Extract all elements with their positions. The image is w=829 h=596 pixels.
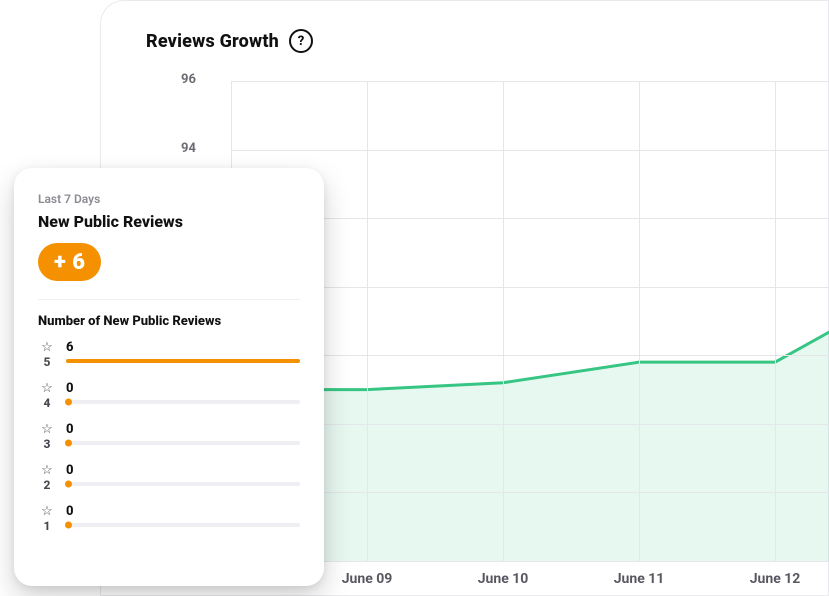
breakdown-row: ☆10 [38, 505, 300, 532]
y-tick-label: 96 [181, 72, 196, 87]
breakdown-title: Number of New Public Reviews [38, 314, 300, 329]
star-count: 2 [44, 479, 51, 491]
x-tick-label: June 09 [342, 571, 393, 587]
row-bar-fill [66, 359, 300, 363]
total-new-reviews-badge: + 6 [38, 243, 101, 281]
row-main: 0 [66, 382, 300, 404]
help-icon[interactable]: ? [289, 29, 313, 53]
row-value: 6 [66, 341, 300, 354]
breakdown-row: ☆20 [38, 464, 300, 491]
star-icon: ☆ [41, 464, 53, 477]
star-count: 3 [44, 438, 51, 450]
row-bar-dot [65, 522, 72, 529]
row-star-label: ☆5 [38, 341, 56, 368]
new-public-reviews-card: Last 7 Days New Public Reviews + 6 Numbe… [14, 168, 324, 586]
total-new-reviews-value: + 6 [54, 250, 85, 275]
row-main: 0 [66, 423, 300, 445]
x-tick-label: June 10 [478, 571, 529, 587]
row-value: 0 [66, 505, 300, 518]
row-star-label: ☆4 [38, 382, 56, 409]
grid-v [639, 81, 640, 561]
row-star-label: ☆1 [38, 505, 56, 532]
row-bar [66, 359, 300, 363]
card-header: Reviews Growth ? [146, 29, 313, 53]
grid-h [231, 81, 829, 82]
breakdown-row: ☆30 [38, 423, 300, 450]
grid-v [503, 81, 504, 561]
star-icon: ☆ [41, 423, 53, 436]
timeframe-label: Last 7 Days [38, 192, 300, 206]
row-value: 0 [66, 464, 300, 477]
x-tick-label: June 12 [750, 571, 801, 587]
row-value: 0 [66, 382, 300, 395]
row-main: 0 [66, 505, 300, 527]
row-bar [66, 482, 300, 486]
grid-v [775, 81, 776, 561]
overlay-title: New Public Reviews [38, 212, 300, 231]
row-bar-dot [65, 440, 72, 447]
row-star-label: ☆3 [38, 423, 56, 450]
star-icon: ☆ [41, 505, 53, 518]
grid-h [231, 150, 829, 151]
row-bar [66, 400, 300, 404]
divider [38, 299, 300, 300]
card-title: Reviews Growth [146, 31, 279, 52]
breakdown-rows: ☆56☆40☆30☆20☆10 [38, 341, 300, 532]
row-bar-dot [65, 399, 72, 406]
y-tick-label: 94 [181, 141, 196, 156]
row-main: 0 [66, 464, 300, 486]
breakdown-row: ☆56 [38, 341, 300, 368]
star-count: 1 [44, 520, 51, 532]
star-icon: ☆ [41, 341, 53, 354]
x-tick-label: June 11 [614, 571, 665, 587]
row-bar-dot [65, 481, 72, 488]
row-star-label: ☆2 [38, 464, 56, 491]
star-count: 5 [44, 356, 51, 368]
grid-v [367, 81, 368, 561]
star-count: 4 [44, 397, 51, 409]
row-main: 6 [66, 341, 300, 363]
star-icon: ☆ [41, 382, 53, 395]
row-value: 0 [66, 423, 300, 436]
row-bar [66, 523, 300, 527]
breakdown-row: ☆40 [38, 382, 300, 409]
row-bar [66, 441, 300, 445]
